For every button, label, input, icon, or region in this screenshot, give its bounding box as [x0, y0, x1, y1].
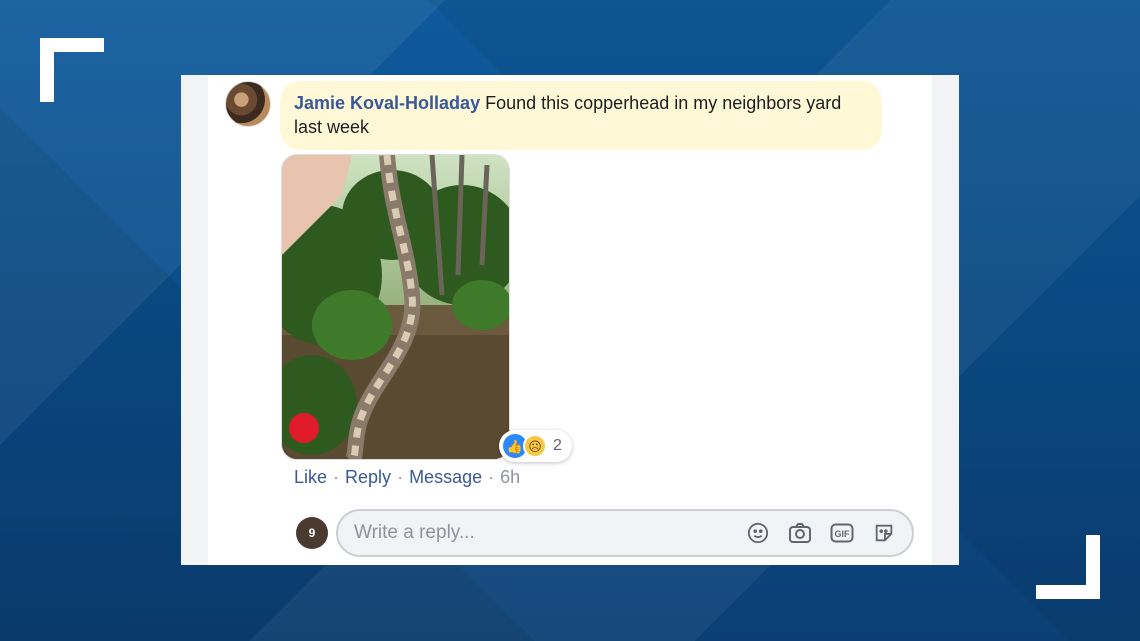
camera-icon[interactable] [788, 521, 812, 545]
message-link[interactable]: Message [409, 467, 482, 488]
corner-bracket-bottom-right [1036, 535, 1100, 599]
snake-photo-image [282, 155, 509, 459]
reply-avatar-label: 9 [308, 526, 316, 540]
reply-composer[interactable]: GIF [336, 509, 914, 557]
gif-icon[interactable]: GIF [830, 521, 854, 545]
reply-link[interactable]: Reply [345, 467, 391, 488]
left-rail [181, 75, 208, 565]
gif-label: GIF [835, 529, 851, 539]
reply-input[interactable] [354, 522, 746, 544]
right-rail [932, 75, 959, 565]
corner-bracket-top-left [40, 38, 104, 102]
like-link[interactable]: Like [294, 467, 327, 488]
reaction-count: 2 [553, 437, 562, 454]
sad-icon: ☹ [523, 434, 547, 458]
sticker-icon[interactable] [872, 521, 896, 545]
separator-dot: · [333, 467, 340, 487]
comment-bubble: Jamie Koval-Holladay Found this copperhe… [280, 81, 882, 150]
composer-tools: GIF [746, 521, 896, 545]
comment-timestamp[interactable]: 6h [500, 467, 520, 488]
separator-dot: · [397, 467, 404, 487]
comment-card: Jamie Koval-Holladay Found this copperhe… [181, 75, 959, 565]
comment-author-link[interactable]: Jamie Koval-Holladay [294, 93, 480, 113]
reply-avatar: 9 [296, 517, 328, 549]
reaction-summary[interactable]: 👍 ☹ 2 [499, 430, 572, 462]
separator-dot: · [488, 467, 495, 487]
comment-actions: Like · Reply · Message · 6h [294, 467, 520, 488]
emoji-icon[interactable] [746, 521, 770, 545]
commenter-avatar[interactable] [225, 81, 271, 127]
comment-photo[interactable] [281, 154, 510, 460]
